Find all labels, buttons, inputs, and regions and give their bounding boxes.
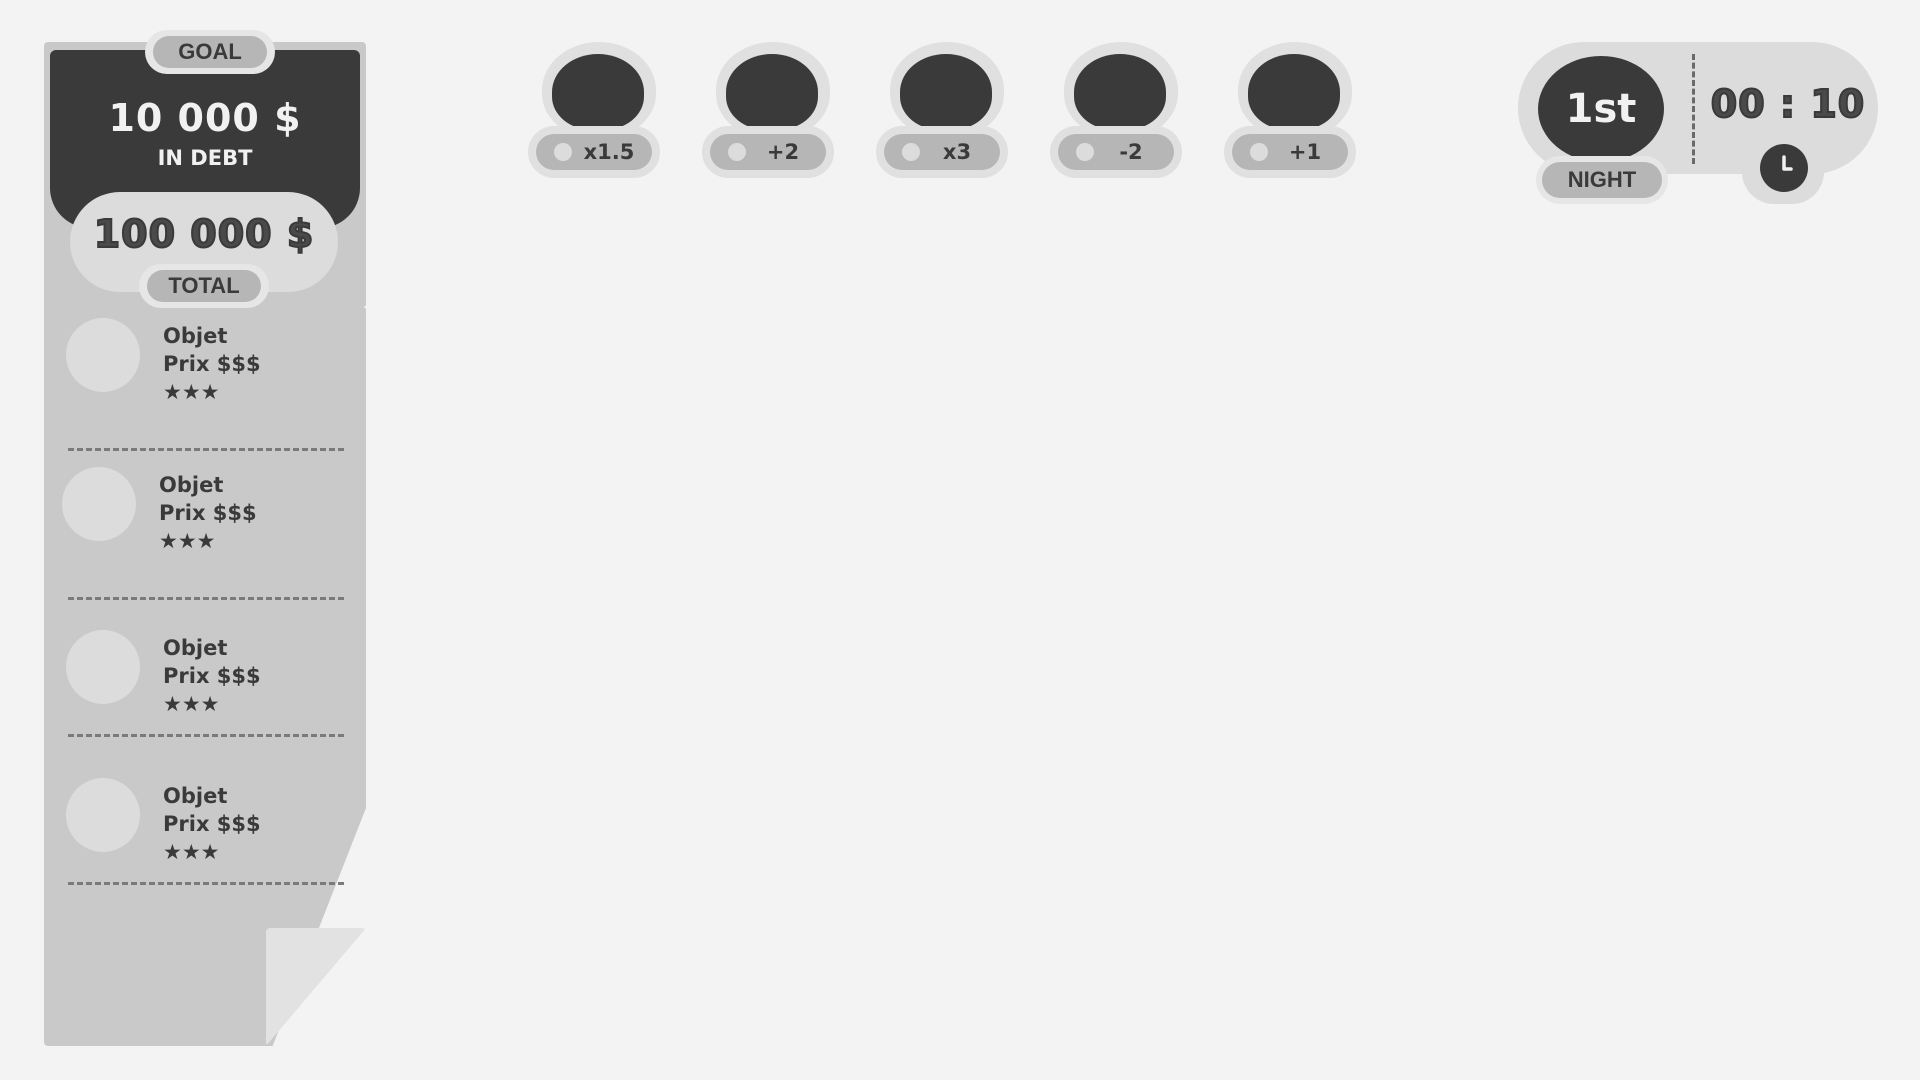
token-icon <box>726 54 818 130</box>
item-row[interactable]: Objet Prix $$$ ★★★ <box>44 467 366 587</box>
token-indicator <box>1250 143 1268 161</box>
night-tab: NIGHT <box>1536 156 1668 204</box>
item-name: Objet <box>163 636 228 660</box>
item-name: Objet <box>163 324 228 348</box>
item-image <box>66 630 140 704</box>
modifier-token[interactable]: -2 <box>1050 42 1182 178</box>
item-divider <box>68 734 344 737</box>
game-hud: GOAL 10 000 $ IN DEBT 100 000 $ TOTAL Ob… <box>0 0 1920 1080</box>
item-rating: ★★★ <box>163 380 220 404</box>
item-price: Prix $$$ <box>163 352 261 376</box>
modifier-token[interactable]: +2 <box>702 42 834 178</box>
item-image <box>62 467 136 541</box>
item-price: Prix $$$ <box>159 501 257 525</box>
item-rating: ★★★ <box>163 692 220 716</box>
item-row[interactable]: Objet Prix $$$ ★★★ <box>44 630 366 750</box>
widget-divider <box>1692 54 1695 164</box>
token-indicator <box>1076 143 1094 161</box>
modifier-token[interactable]: x1.5 <box>528 42 660 178</box>
timer-display: 00 : 10 <box>1710 81 1866 127</box>
token-icon <box>1074 54 1166 130</box>
item-divider <box>68 597 344 600</box>
item-price: Prix $$$ <box>163 664 261 688</box>
goal-subtitle: IN DEBT <box>157 146 253 170</box>
token-label: +2 <box>766 140 800 164</box>
goal-tab-label: GOAL <box>153 36 267 68</box>
total-tab-label: TOTAL <box>147 270 261 302</box>
item-price: Prix $$$ <box>163 812 261 836</box>
modifier-token[interactable]: +1 <box>1224 42 1356 178</box>
token-label: x3 <box>942 140 972 164</box>
item-row[interactable]: Objet Prix $$$ ★★★ <box>44 778 366 898</box>
item-image <box>66 778 140 852</box>
token-icon <box>900 54 992 130</box>
token-indicator <box>902 143 920 161</box>
token-indicator <box>554 143 572 161</box>
total-amount: 100 000 $ <box>93 211 315 257</box>
token-icon <box>552 54 644 130</box>
night-label: NIGHT <box>1542 162 1662 198</box>
token-indicator <box>728 143 746 161</box>
item-divider <box>68 882 344 885</box>
goal-tab: GOAL <box>145 30 275 74</box>
clock-icon <box>1760 144 1808 192</box>
item-rating: ★★★ <box>159 529 216 553</box>
modifier-token[interactable]: x3 <box>876 42 1008 178</box>
token-label: x1.5 <box>583 140 635 164</box>
token-label: +1 <box>1288 140 1322 164</box>
item-row[interactable]: Objet Prix $$$ ★★★ <box>44 318 366 438</box>
item-name: Objet <box>163 784 228 808</box>
item-image <box>66 318 140 392</box>
item-rating: ★★★ <box>163 840 220 864</box>
night-number: 1st <box>1538 56 1664 162</box>
goal-amount: 10 000 $ <box>108 96 302 140</box>
total-tab: TOTAL <box>139 264 269 308</box>
receipt-notch <box>364 300 372 314</box>
night-timer-widget: 1st NIGHT 00 : 10 <box>1518 42 1878 204</box>
item-name: Objet <box>159 473 224 497</box>
receipt-panel: GOAL 10 000 $ IN DEBT 100 000 $ TOTAL Ob… <box>44 30 372 1046</box>
item-divider <box>68 448 344 451</box>
token-label: -2 <box>1119 140 1143 164</box>
receipt-folded-corner <box>266 928 366 1046</box>
token-icon <box>1248 54 1340 130</box>
